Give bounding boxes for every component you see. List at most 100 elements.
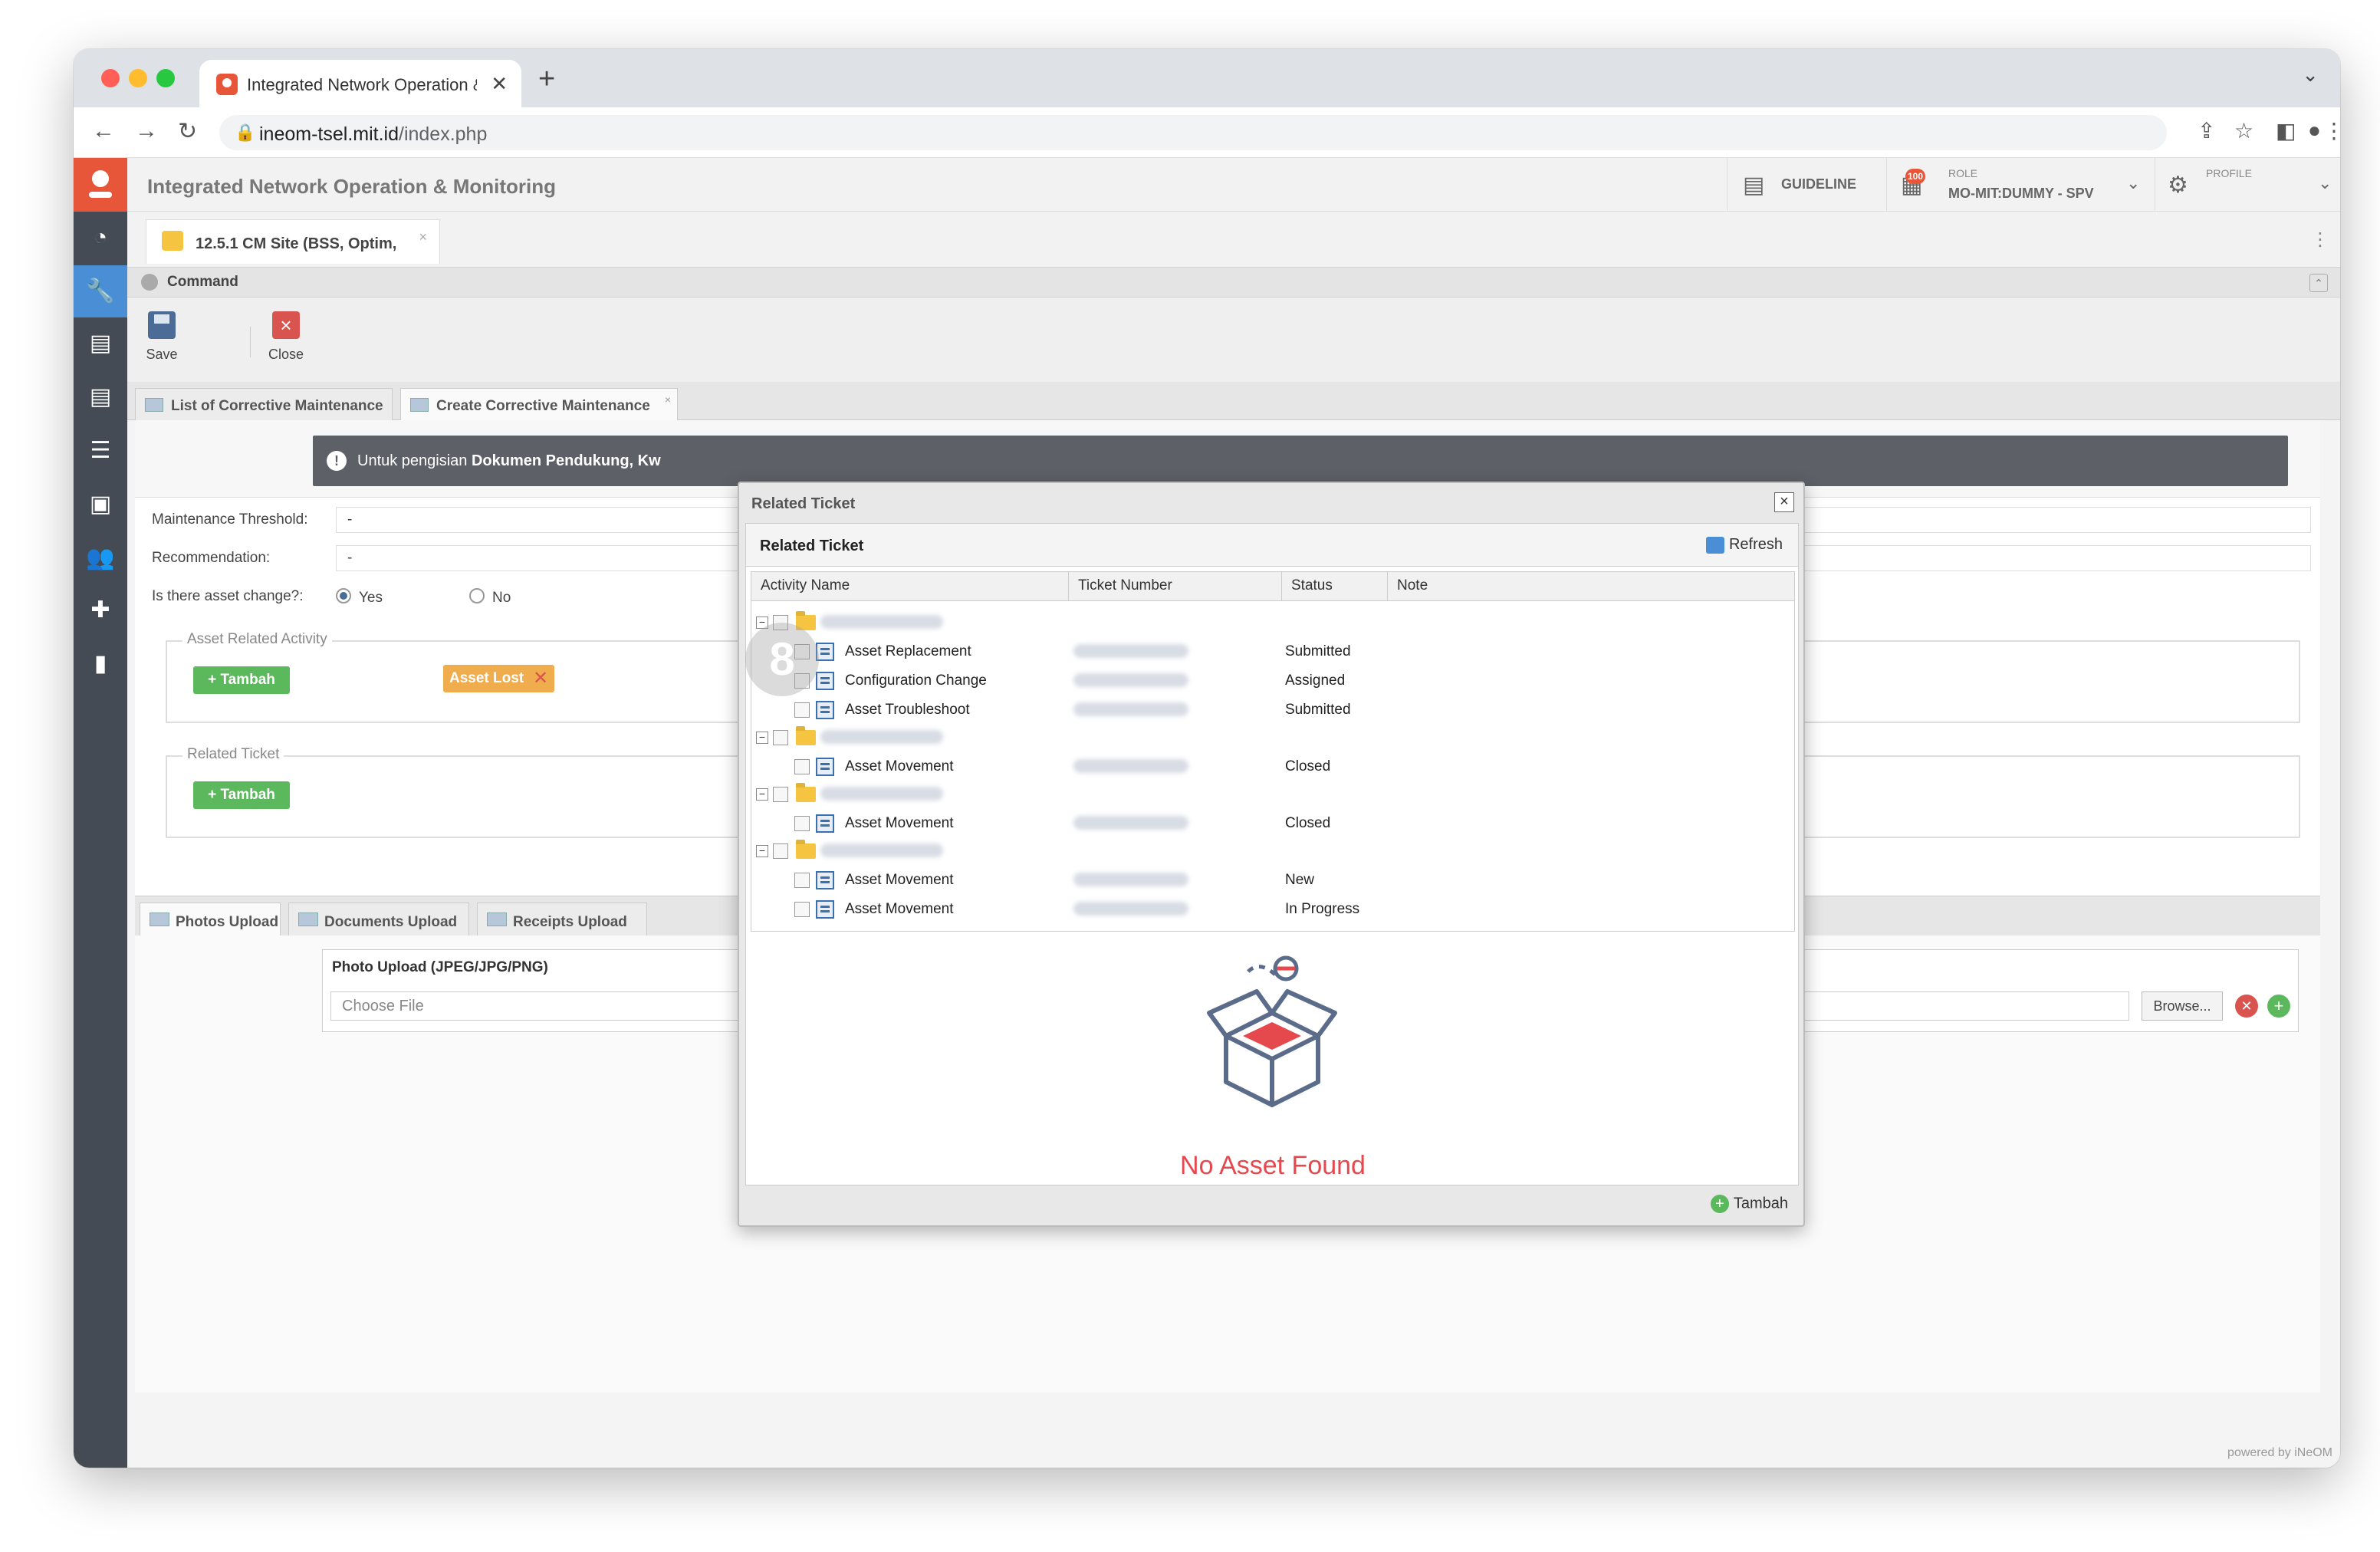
tab-close-icon[interactable]: ✕ [491,72,508,96]
table-row[interactable]: Asset Troubleshoot Submitted [751,695,1794,724]
browser-tab[interactable]: Integrated Network Operation & Monitorin… [199,60,521,107]
tab-receipts-upload[interactable]: Receipts Upload [477,903,647,936]
clipboard-icon[interactable]: ▤ [74,317,127,370]
wrench-icon[interactable]: 🔧 [74,265,127,317]
profile-avatar-icon[interactable]: ● [2308,118,2321,143]
close-icon[interactable]: × [419,229,427,245]
col-note[interactable]: Note [1388,572,1796,601]
tree-group[interactable]: − [751,836,1794,865]
share-icon[interactable]: ⇪ [2198,118,2215,143]
window-zoom-button[interactable] [156,69,175,87]
col-status[interactable]: Status [1282,572,1388,601]
profile-selector[interactable]: ⚙ PROFILE ⌄ [2155,158,2340,212]
book-icon[interactable]: ▮ [74,638,127,690]
collapse-minus-icon[interactable]: − [756,732,768,744]
sidepanel-icon[interactable]: ◧ [2276,118,2296,143]
tree-group[interactable]: − [751,722,1794,751]
puzzle-icon[interactable]: ✚ [74,584,127,636]
refresh-button[interactable]: Refresh [1705,536,1783,554]
modal-header: Related Ticket × [739,483,1803,521]
users-icon[interactable]: 👥 [74,532,127,584]
back-arrow-icon[interactable]: ← [92,118,115,144]
yes-radio[interactable] [336,588,351,603]
close-icon[interactable]: × [665,393,671,406]
table-row[interactable]: Asset Movement Closed [751,751,1794,781]
row-checkbox[interactable] [794,902,810,917]
url-field[interactable]: 🔒 ineom-tsel.mit.id/index.php [219,115,2167,150]
exclamation-icon: ! [327,451,347,471]
tab-documents-upload[interactable]: Documents Upload [288,903,469,936]
app-logo-icon[interactable] [74,158,127,212]
add-file-icon[interactable]: + [2267,995,2290,1018]
inner-tabbar: List of Corrective Maintenance Create Co… [127,382,2340,420]
remove-file-icon[interactable]: ✕ [2235,995,2258,1018]
browser-menu-icon[interactable]: ⋮ [2323,118,2340,143]
table-row[interactable]: Asset Movement New [751,865,1794,894]
window-close-button[interactable] [101,69,120,87]
window-minimize-button[interactable] [129,69,147,87]
bookmark-star-icon[interactable]: ☆ [2234,118,2253,143]
table-row[interactable]: Asset Movement Closed [751,808,1794,837]
table-row[interactable]: Asset Movement In Progress [751,894,1794,923]
redacted-group-id [820,787,943,801]
collapse-minus-icon[interactable]: − [756,788,768,801]
module-tab-label: 12.5.1 CM Site (BSS, Optim, [196,235,397,252]
new-tab-icon[interactable]: + [538,63,555,96]
close-button[interactable]: × Close [259,311,313,363]
more-options-icon[interactable]: ⋮ [2311,229,2329,251]
tab-create-corrective-maintenance[interactable]: Create Corrective Maintenance × [400,388,678,420]
form-document-icon [816,672,834,690]
save-button[interactable]: Save [135,311,189,363]
tab-label: Receipts Upload [513,914,627,930]
role-selector[interactable]: ▦ 100 ROLE MO-MIT:DUMMY - SPV ⌄ [1886,158,2155,212]
app-header: Integrated Network Operation & Monitorin… [127,158,2340,212]
notification-badge: 100 [1905,169,1925,184]
col-activity-name[interactable]: Activity Name [751,572,1069,601]
clipboard-list-icon[interactable]: ▤ [74,371,127,423]
receipt-icon [487,912,507,926]
asset-lost-chip[interactable]: Asset Lost ✕ [443,665,555,692]
tab-label: List of Corrective Maintenance [171,398,383,414]
form-document-icon [816,900,834,919]
col-ticket-number[interactable]: Ticket Number [1069,572,1282,601]
server-icon[interactable]: ☰ [74,425,127,477]
app-title: Integrated Network Operation & Monitorin… [147,175,557,198]
remove-icon[interactable]: ✕ [533,665,548,692]
dashboard-icon[interactable]: ◔ [74,212,127,264]
archive-icon[interactable]: ▣ [74,478,127,531]
guideline-label: GUIDELINE [1781,176,1857,192]
tree-group[interactable]: − [751,779,1794,808]
status-text: Closed [1285,815,1331,831]
row-checkbox[interactable] [794,873,810,888]
add-asset-activity-button[interactable]: + Tambah [193,666,290,694]
browse-button[interactable]: Browse... [2142,991,2223,1021]
group-checkbox[interactable] [773,843,788,859]
tab-search-chevron-icon[interactable]: ⌄ [2302,63,2319,87]
forward-arrow-icon[interactable]: → [135,118,158,144]
command-toolbar: Save × Close [127,298,2340,382]
reload-icon[interactable]: ↻ [178,118,197,145]
table-row[interactable]: Configuration Change Assigned [751,666,1794,695]
guideline-button[interactable]: ▤ GUIDELINE [1727,158,1886,212]
table-row[interactable]: Asset Replacement Submitted [751,636,1794,666]
group-checkbox[interactable] [773,787,788,802]
module-tab-cm-site[interactable]: 12.5.1 CM Site (BSS, Optim, × [146,219,440,264]
collapse-minus-icon[interactable]: − [756,845,768,857]
row-checkbox[interactable] [794,702,810,718]
photo-upload-title: Photo Upload (JPEG/JPG/PNG) [332,959,548,975]
collapse-icon[interactable]: ⌃ [2309,274,2328,292]
tab-photos-upload[interactable]: Photos Upload [140,903,281,936]
modal-close-icon[interactable]: × [1774,492,1794,512]
related-ticket-legend: Related Ticket [182,746,284,763]
row-checkbox[interactable] [794,759,810,774]
folder-icon [796,840,816,859]
browser-tab-title: Integrated Network Operation & Monitorin… [247,75,477,94]
add-related-ticket-button[interactable]: + Tambah [193,781,290,809]
tab-list-corrective-maintenance[interactable]: List of Corrective Maintenance [135,388,393,420]
tree-group[interactable]: − [751,607,1794,636]
form-document-icon [816,701,834,719]
no-radio[interactable] [469,588,485,603]
group-checkbox[interactable] [773,730,788,745]
modal-add-button[interactable]: + Tambah [1710,1195,1788,1213]
row-checkbox[interactable] [794,816,810,831]
